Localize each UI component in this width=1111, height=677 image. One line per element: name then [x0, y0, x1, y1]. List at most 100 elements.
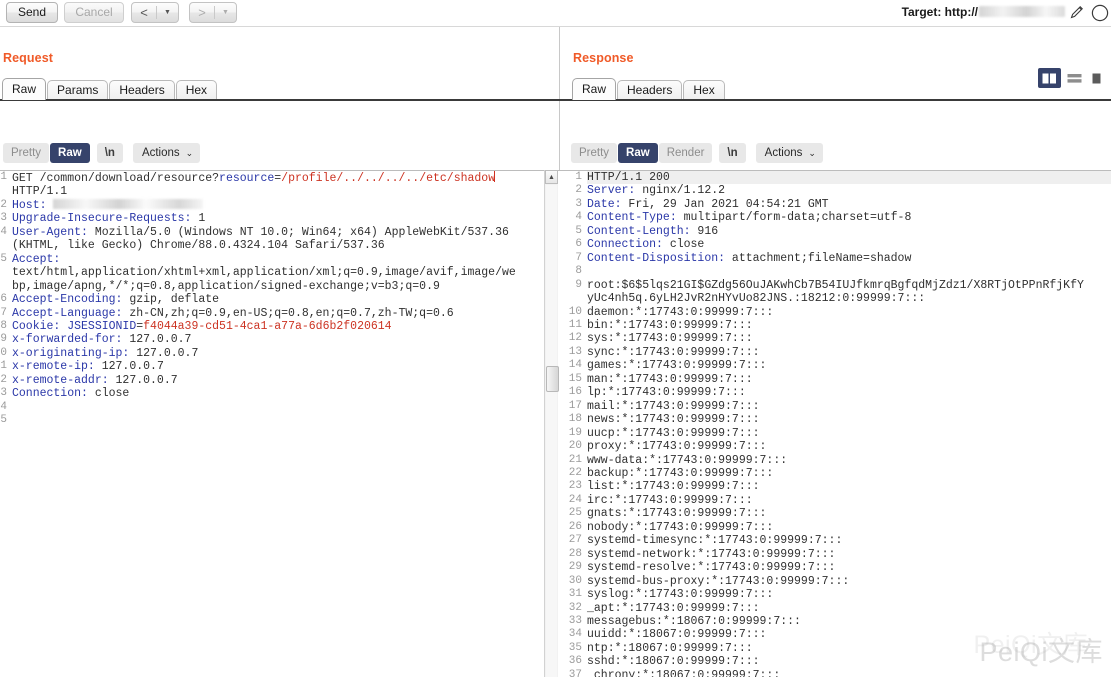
- request-code-line[interactable]: 9x-forwarded-for: 127.0.0.7: [0, 333, 545, 346]
- line-text: Content-Disposition: attachment;fileName…: [587, 252, 1111, 265]
- response-code-line[interactable]: 25gnats:*:17743:0:99999:7:::: [560, 507, 1111, 520]
- request-code-line[interactable]: 3Connection: close: [0, 387, 545, 400]
- request-tab-headers[interactable]: Headers: [109, 80, 174, 100]
- request-code-line[interactable]: 3Upgrade-Insecure-Requests: 1: [0, 212, 545, 225]
- request-code-line[interactable]: 5Accept:: [0, 253, 545, 266]
- request-newline-toggle[interactable]: \n: [97, 143, 123, 163]
- line-number: 9: [0, 333, 12, 346]
- response-code-line[interactable]: 13sync:*:17743:0:99999:7:::: [560, 346, 1111, 359]
- text-caret: [494, 171, 495, 182]
- request-viewmode-pretty[interactable]: Pretty: [3, 143, 49, 163]
- pencil-icon[interactable]: [1069, 4, 1085, 20]
- response-viewmode-raw[interactable]: Raw: [618, 143, 658, 163]
- request-vertical-scrollbar[interactable]: ▲: [544, 170, 558, 677]
- history-back-button[interactable]: < ▼: [131, 2, 179, 23]
- response-code-line[interactable]: 21www-data:*:17743:0:99999:7:::: [560, 454, 1111, 467]
- request-code-line[interactable]: 1GET /common/download/resource?resource=…: [0, 171, 545, 185]
- response-editor[interactable]: 1HTTP/1.1 2002Server: nginx/1.12.23Date:…: [560, 170, 1111, 677]
- response-code-line[interactable]: 3Date: Fri, 29 Jan 2021 04:54:21 GMT: [560, 198, 1111, 211]
- request-code-line[interactable]: 1x-remote-ip: 127.0.0.7: [0, 360, 545, 373]
- cancel-button[interactable]: Cancel: [64, 2, 124, 23]
- line-text: Host:: [12, 199, 545, 212]
- request-viewmode-raw[interactable]: Raw: [50, 143, 90, 163]
- response-code-line[interactable]: 22backup:*:17743:0:99999:7:::: [560, 467, 1111, 480]
- response-code-line[interactable]: 10daemon:*:17743:0:99999:7:::: [560, 306, 1111, 319]
- response-code-line[interactable]: 12sys:*:17743:0:99999:7:::: [560, 332, 1111, 345]
- response-code-line[interactable]: 23list:*:17743:0:99999:7:::: [560, 480, 1111, 493]
- response-tab-headers[interactable]: Headers: [617, 80, 682, 100]
- split-horizontal-icon[interactable]: [1063, 68, 1086, 88]
- response-code-line[interactable]: 26nobody:*:17743:0:99999:7:::: [560, 521, 1111, 534]
- response-tab-hex[interactable]: Hex: [683, 80, 724, 100]
- request-code-lines[interactable]: 1GET /common/download/resource?resource=…: [0, 171, 545, 677]
- response-code-line[interactable]: 35ntp:*:18067:0:99999:7:::: [560, 642, 1111, 655]
- line-number: 1: [0, 171, 12, 184]
- line-number: 8: [560, 265, 587, 278]
- response-code-line[interactable]: 14games:*:17743:0:99999:7:::: [560, 359, 1111, 372]
- code-token: Connection:: [587, 238, 663, 251]
- scrollbar-thumb[interactable]: [546, 366, 559, 392]
- request-code-line[interactable]: (KHTML, like Gecko) Chrome/88.0.4324.104…: [0, 239, 545, 252]
- request-code-line[interactable]: bp,image/apng,*/*;q=0.8,application/sign…: [0, 280, 545, 293]
- request-code-line[interactable]: 5: [0, 414, 545, 427]
- code-token: sshd:*:18067:0:99999:7:::: [587, 655, 760, 668]
- history-forward-button[interactable]: > ▼: [189, 2, 237, 23]
- response-code-line[interactable]: 5Content-Length: 916: [560, 225, 1111, 238]
- response-code-line[interactable]: 15man:*:17743:0:99999:7:::: [560, 373, 1111, 386]
- response-code-line[interactable]: 30systemd-bus-proxy:*:17743:0:99999:7:::: [560, 575, 1111, 588]
- response-code-line[interactable]: 37_chrony:*:18067:0:99999:7:::: [560, 669, 1111, 677]
- response-code-line[interactable]: 6Connection: close: [560, 238, 1111, 251]
- request-code-line[interactable]: 6Accept-Encoding: gzip, deflate: [0, 293, 545, 306]
- scrollbar-track[interactable]: [546, 185, 557, 677]
- response-code-line[interactable]: 24irc:*:17743:0:99999:7:::: [560, 494, 1111, 507]
- response-code-line[interactable]: 9root:$6$5lqs21GI$GZdg56OuJAKwhCb7B54IUJ…: [560, 279, 1111, 292]
- response-code-line[interactable]: 7Content-Disposition: attachment;fileNam…: [560, 252, 1111, 265]
- response-code-line[interactable]: 20proxy:*:17743:0:99999:7:::: [560, 440, 1111, 453]
- response-code-lines[interactable]: 1HTTP/1.1 2002Server: nginx/1.12.23Date:…: [560, 171, 1111, 677]
- response-code-line[interactable]: 33messagebus:*:18067:0:99999:7:::: [560, 615, 1111, 628]
- response-code-line[interactable]: 1HTTP/1.1 200: [560, 171, 1111, 184]
- response-code-line[interactable]: 11bin:*:17743:0:99999:7:::: [560, 319, 1111, 332]
- request-editor[interactable]: 1GET /common/download/resource?resource=…: [0, 170, 560, 677]
- response-code-line[interactable]: 18news:*:17743:0:99999:7:::: [560, 413, 1111, 426]
- single-pane-icon[interactable]: [1088, 68, 1111, 88]
- request-code-line[interactable]: 7Accept-Language: zh-CN,zh;q=0.9,en-US;q…: [0, 307, 545, 320]
- response-code-line[interactable]: 2Server: nginx/1.12.2: [560, 184, 1111, 197]
- response-code-line[interactable]: 29systemd-resolve:*:17743:0:99999:7:::: [560, 561, 1111, 574]
- response-code-line[interactable]: 17mail:*:17743:0:99999:7:::: [560, 400, 1111, 413]
- scroll-up-icon[interactable]: ▲: [545, 170, 558, 184]
- line-number: 5: [0, 414, 12, 427]
- circle-question-icon[interactable]: [1091, 4, 1109, 22]
- request-tab-params[interactable]: Params: [47, 80, 108, 100]
- response-newline-toggle[interactable]: \n: [719, 143, 745, 163]
- response-code-line[interactable]: 36sshd:*:18067:0:99999:7:::: [560, 655, 1111, 668]
- response-code-line[interactable]: 31syslog:*:17743:0:99999:7:::: [560, 588, 1111, 601]
- response-viewmode-pretty[interactable]: Pretty: [571, 143, 617, 163]
- response-code-line[interactable]: 28systemd-network:*:17743:0:99999:7:::: [560, 548, 1111, 561]
- request-tab-hex[interactable]: Hex: [176, 80, 217, 100]
- response-code-line[interactable]: 34uuidd:*:18067:0:99999:7:::: [560, 628, 1111, 641]
- request-tab-raw[interactable]: Raw: [2, 78, 46, 100]
- response-code-line[interactable]: yUc4nh5q.6yLH2JvR2nHYvUo82JNS.:18212:0:9…: [560, 292, 1111, 305]
- request-code-line[interactable]: 2x-remote-addr: 127.0.0.7: [0, 374, 545, 387]
- response-code-line[interactable]: 27systemd-timesync:*:17743:0:99999:7:::: [560, 534, 1111, 547]
- split-vertical-icon[interactable]: [1038, 68, 1061, 88]
- response-code-line[interactable]: 4Content-Type: multipart/form-data;chars…: [560, 211, 1111, 224]
- request-code-line[interactable]: HTTP/1.1: [0, 185, 545, 198]
- send-button[interactable]: Send: [6, 2, 58, 23]
- response-code-line[interactable]: 8: [560, 265, 1111, 278]
- response-actions-button[interactable]: Actions⌄: [756, 143, 823, 163]
- code-token: systemd-bus-proxy:*:17743:0:99999:7:::: [587, 575, 849, 588]
- response-tab-raw[interactable]: Raw: [572, 78, 616, 100]
- response-code-line[interactable]: 16lp:*:17743:0:99999:7:::: [560, 386, 1111, 399]
- request-code-line[interactable]: 4: [0, 401, 545, 414]
- request-code-line[interactable]: 4User-Agent: Mozilla/5.0 (Windows NT 10.…: [0, 226, 545, 239]
- request-code-line[interactable]: text/html,application/xhtml+xml,applicat…: [0, 266, 545, 279]
- request-actions-button[interactable]: Actions⌄: [133, 143, 200, 163]
- response-code-line[interactable]: 19uucp:*:17743:0:99999:7:::: [560, 427, 1111, 440]
- response-viewmode-render[interactable]: Render: [659, 143, 713, 163]
- request-code-line[interactable]: 8Cookie: JSESSIONID=f4044a39-cd51-4ca1-a…: [0, 320, 545, 333]
- response-code-line[interactable]: 32_apt:*:17743:0:99999:7:::: [560, 602, 1111, 615]
- request-code-line[interactable]: 0x-originating-ip: 127.0.0.7: [0, 347, 545, 360]
- request-code-line[interactable]: 2Host:: [0, 199, 545, 212]
